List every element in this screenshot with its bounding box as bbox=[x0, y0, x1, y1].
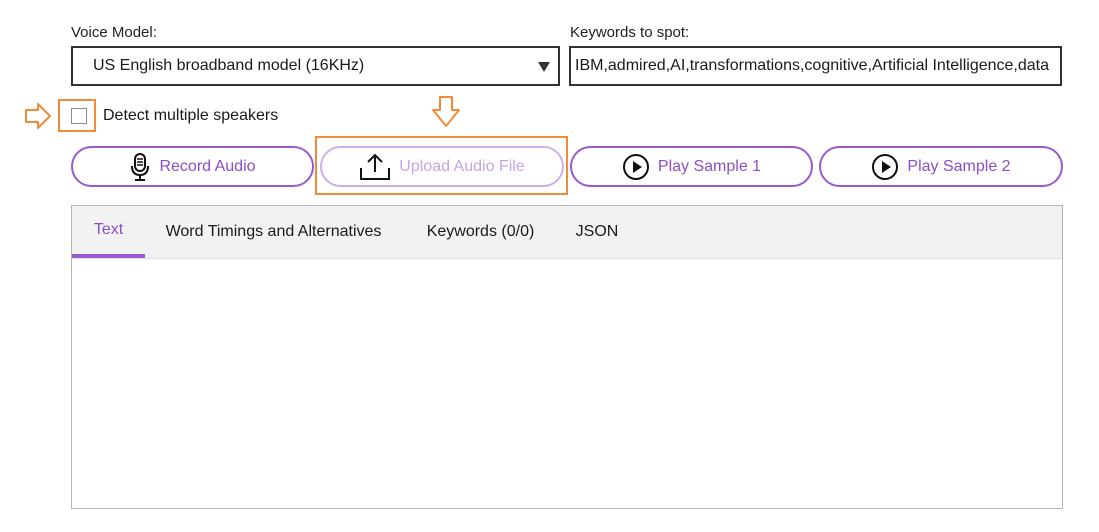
microphone-icon bbox=[129, 152, 151, 182]
tab-bar: Text Word Timings and Alternatives Keywo… bbox=[72, 206, 1062, 259]
voice-model-selected-value: US English broadband model (16KHz) bbox=[93, 57, 365, 74]
upload-audio-button[interactable]: Upload Audio File bbox=[320, 146, 564, 187]
voice-model-label: Voice Model: bbox=[71, 24, 157, 41]
tab-json[interactable]: JSON bbox=[565, 206, 629, 258]
upload-audio-label: Upload Audio File bbox=[399, 157, 525, 175]
play-circle-icon bbox=[622, 153, 650, 181]
tab-text[interactable]: Text bbox=[72, 206, 145, 258]
play-sample-2-button[interactable]: Play Sample 2 bbox=[819, 146, 1063, 187]
upload-icon bbox=[359, 152, 391, 182]
tab-word-timings[interactable]: Word Timings and Alternatives bbox=[154, 206, 393, 258]
play-sample-1-label: Play Sample 1 bbox=[657, 157, 762, 175]
caret-down-icon bbox=[538, 62, 550, 72]
arrow-down-outline-icon bbox=[432, 96, 460, 127]
play-circle-icon bbox=[871, 153, 899, 181]
play-sample-2-label: Play Sample 2 bbox=[907, 157, 1011, 175]
record-audio-label: Record Audio bbox=[159, 157, 256, 175]
detect-speakers-label: Detect multiple speakers bbox=[103, 107, 279, 124]
tab-keywords[interactable]: Keywords (0/0) bbox=[412, 206, 549, 258]
record-audio-button[interactable]: Record Audio bbox=[71, 146, 314, 187]
play-sample-1-button[interactable]: Play Sample 1 bbox=[570, 146, 813, 187]
keywords-label: Keywords to spot: bbox=[570, 24, 690, 41]
detect-speakers-checkbox[interactable] bbox=[71, 108, 87, 124]
keywords-input[interactable] bbox=[569, 46, 1062, 86]
transcript-output-area bbox=[72, 259, 1062, 508]
results-panel: Text Word Timings and Alternatives Keywo… bbox=[71, 205, 1063, 509]
voice-model-select[interactable]: US English broadband model (16KHz) bbox=[71, 46, 560, 86]
arrow-right-outline-icon bbox=[25, 103, 51, 129]
